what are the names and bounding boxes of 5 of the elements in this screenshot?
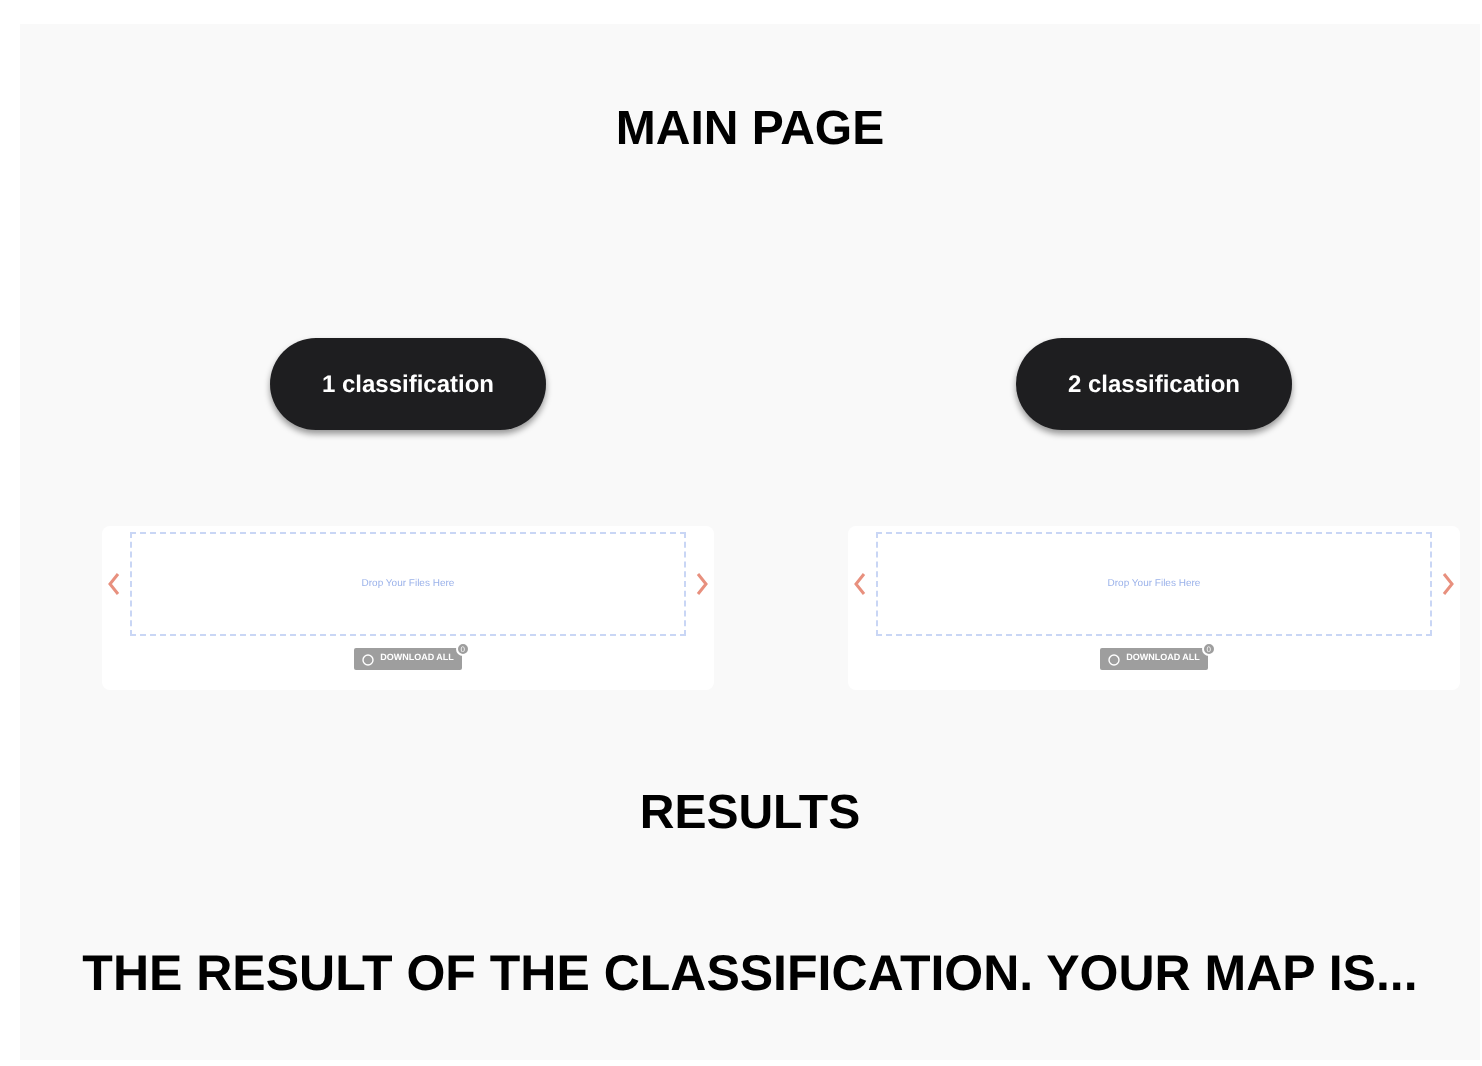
classification-button[interactable]: 1 classification (270, 338, 546, 430)
result-text: THE RESULT OF THE CLASSIFICATION. YOUR MAP IS... (82, 944, 1418, 1006)
results-heading: RESULTS (639, 784, 861, 844)
page-title: MAIN PAGE (615, 100, 885, 160)
classification-button[interactable]: 2 classification (1016, 338, 1292, 430)
